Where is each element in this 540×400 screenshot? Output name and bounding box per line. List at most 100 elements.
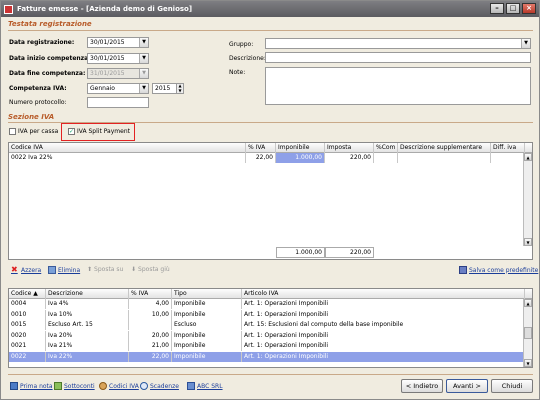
competenza-anno-field[interactable]: 2015 — [152, 83, 177, 94]
maximize-button[interactable]: □ — [506, 3, 520, 14]
cell-codice[interactable]: 0021 — [9, 341, 46, 351]
table-row[interactable]: 0010 Iva 10% 10,00 Imponibile Art. 1: Operaz… — [9, 309, 532, 320]
scadenze-link[interactable]: Scadenze — [140, 382, 179, 390]
table-row[interactable]: 0022 Iva 22% 22,00 Imponibile Art. 1: Operaz… — [9, 351, 532, 362]
cell-perc[interactable]: 20,00 — [129, 330, 172, 341]
table-row[interactable]: 0022 Iva 22% 22,00 1.000,00 220,00 — [9, 153, 532, 163]
cell-perc[interactable] — [129, 320, 172, 330]
cell-descr[interactable]: Iva 4% — [46, 299, 129, 309]
prima-nota-link[interactable]: Prima nota — [10, 382, 53, 390]
codici-iva-link[interactable]: Codici IVA — [99, 382, 139, 390]
salva-predefinite-button[interactable]: Salva come predefinite — [459, 266, 538, 274]
cell-descrizione[interactable] — [398, 153, 491, 163]
chevron-down-icon[interactable]: ▼ — [139, 38, 148, 47]
col-codice[interactable]: Codice ▲ — [9, 289, 46, 299]
cell-diff[interactable] — [491, 153, 525, 163]
iva-grid[interactable]: Codice IVA % IVA Imponibile Imposta %Com… — [8, 142, 533, 260]
cell-articolo[interactable]: Art. 1: Operazioni Imponibili — [242, 341, 525, 351]
cell-articolo[interactable]: Art. 15: Esclusioni dal computo della ba… — [242, 320, 525, 330]
col-perc-iva[interactable]: % IVA — [246, 143, 276, 153]
anno-spinner[interactable]: ▲ ▼ — [176, 83, 184, 94]
cell-tipo[interactable]: Imponibile — [172, 341, 242, 351]
cell-tipo[interactable]: Imponibile — [172, 330, 242, 341]
cell-codice[interactable]: 0004 — [9, 299, 46, 309]
cell-codice[interactable]: 0010 — [9, 309, 46, 320]
table-row[interactable]: 0021 Iva 21% 21,00 Imponibile Art. 1: Operaz… — [9, 341, 532, 351]
chevron-down-icon[interactable]: ▼ — [521, 39, 530, 48]
cell-perc[interactable]: 22,00 — [129, 351, 172, 362]
col-diff-iva[interactable]: Diff. iva — [491, 143, 525, 153]
chiudi-button[interactable]: Chiudi — [491, 379, 533, 393]
close-button[interactable]: × — [522, 3, 536, 14]
col-descrizione[interactable]: Descrizione — [46, 289, 129, 299]
cell-descr[interactable]: Iva 22% — [46, 351, 129, 362]
table-row[interactable]: 0015 Escluso Art. 15 Escluso Art. 15: Esclu… — [9, 320, 532, 330]
iva-grid-scrollbar[interactable]: ▲ ▼ — [523, 153, 532, 246]
cell-perc[interactable]: 21,00 — [129, 341, 172, 351]
main-window: Fatture emesse - [Azienda demo di Genios… — [0, 0, 540, 400]
cell-tipo[interactable]: Escluso — [172, 320, 242, 330]
codici-grid-scrollbar[interactable]: ▲ ▼ — [523, 299, 532, 367]
data-registrazione-field[interactable]: 30/01/2015 ▼ — [87, 37, 149, 48]
cell-descr[interactable]: Iva 10% — [46, 309, 129, 320]
cell-com[interactable] — [374, 153, 398, 163]
avanti-button[interactable]: Avanti > — [446, 379, 488, 393]
codici-iva-grid[interactable]: Codice ▲ Descrizione % IVA Tipo Articolo… — [8, 288, 533, 368]
sottoconti-label: Sottoconti — [64, 382, 95, 390]
minimize-button[interactable]: – — [490, 3, 504, 14]
chevron-down-icon[interactable]: ▼ — [139, 54, 148, 63]
col-imponibile[interactable]: Imponibile — [276, 143, 325, 153]
col-imposta[interactable]: Imposta — [325, 143, 374, 153]
col-tipo[interactable]: Tipo — [172, 289, 242, 299]
scroll-up-icon[interactable]: ▲ — [524, 299, 532, 307]
cell-codice[interactable]: 0020 — [9, 330, 46, 341]
table-row[interactable]: 0020 Iva 20% 20,00 Imponibile Art. 1: Operaz… — [9, 330, 532, 341]
iva-per-cassa-checkbox[interactable]: IVA per cassa — [9, 128, 58, 135]
data-inizio-field[interactable]: 30/01/2015 ▼ — [87, 53, 149, 64]
col-descrizione-supplementare[interactable]: Descrizione supplementare — [398, 143, 491, 153]
abc-srl-link[interactable]: ABC SRL — [187, 382, 223, 390]
chevron-down-icon[interactable]: ▼ — [139, 84, 148, 93]
gruppo-select[interactable]: ▼ — [265, 38, 531, 49]
cell-articolo[interactable]: Art. 1: Operazioni Imponibili — [242, 309, 525, 320]
table-row[interactable]: 0004 Iva 4% 4,00 Imponibile Art. 1: Operazio… — [9, 299, 532, 309]
cell-tipo[interactable]: Imponibile — [172, 299, 242, 309]
col-com[interactable]: %Com — [374, 143, 398, 153]
note-textarea[interactable] — [265, 67, 531, 105]
cell-perc[interactable]: 22,00 — [246, 153, 276, 163]
col-perc-iva[interactable]: % IVA — [129, 289, 172, 299]
col-codice-iva[interactable]: Codice IVA — [9, 143, 246, 153]
protocollo-field[interactable] — [87, 97, 149, 108]
col-articolo-iva[interactable]: Articolo IVA — [242, 289, 525, 299]
descrizione-field[interactable] — [265, 52, 531, 63]
cell-codice[interactable]: 0022 Iva 22% — [9, 153, 246, 163]
scroll-down-icon[interactable]: ▼ — [524, 359, 532, 367]
cell-tipo[interactable]: Imponibile — [172, 351, 242, 362]
sposta-giu-button[interactable]: ⬇ Sposta giù — [131, 266, 170, 273]
cell-descr[interactable]: Escluso Art. 15 — [46, 320, 129, 330]
scroll-up-icon[interactable]: ▲ — [524, 153, 532, 161]
cell-imponibile[interactable]: 1.000,00 — [276, 153, 325, 163]
cell-articolo[interactable]: Art. 1: Operazioni Imponibili — [242, 351, 525, 362]
sposta-su-button[interactable]: ⬆ Sposta su — [87, 266, 123, 273]
cell-articolo[interactable]: Art. 1: Operazioni Imponibili — [242, 330, 525, 341]
cell-codice[interactable]: 0022 — [9, 351, 46, 362]
azzera-label: Azzera — [21, 266, 42, 274]
cell-imposta[interactable]: 220,00 — [325, 153, 374, 163]
competenza-mese-select[interactable]: Gennaio ▼ — [87, 83, 149, 94]
cell-articolo[interactable]: Art. 1: Operazioni Imponibili — [242, 299, 525, 309]
cell-perc[interactable]: 4,00 — [129, 299, 172, 309]
cell-descr[interactable]: Iva 20% — [46, 330, 129, 341]
scroll-down-icon[interactable]: ▼ — [524, 238, 532, 246]
scrollbar-thumb[interactable] — [524, 327, 532, 339]
elimina-button[interactable]: Elimina — [48, 266, 80, 274]
data-registrazione-label: Data registrazione: — [9, 39, 75, 46]
sottoconti-link[interactable]: Sottoconti — [54, 382, 95, 390]
azzera-button[interactable]: ✖ Azzera — [11, 266, 41, 274]
cell-codice[interactable]: 0015 — [9, 320, 46, 330]
cell-tipo[interactable]: Imponibile — [172, 309, 242, 320]
split-payment-checkbox[interactable]: ✓ IVA Split Payment — [68, 128, 130, 135]
cell-descr[interactable]: Iva 21% — [46, 341, 129, 351]
cell-perc[interactable]: 10,00 — [129, 309, 172, 320]
indietro-button[interactable]: < Indietro — [401, 379, 443, 393]
